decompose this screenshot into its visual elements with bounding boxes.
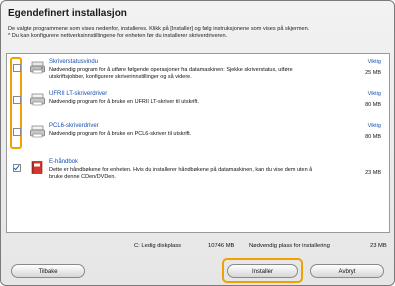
item-importance: Viktig: [367, 59, 381, 65]
custom-install-dialog: Egendefinert installasjon De valgte prog…: [0, 0, 395, 286]
program-list: Skriverstatusvindu Nødvendig program for…: [6, 53, 390, 233]
checkbox-printer-status[interactable]: [13, 64, 21, 72]
checkbox-e-manual[interactable]: [13, 164, 21, 172]
item-size: 80 MB: [365, 102, 381, 108]
required-space-label: Nødvendig plass for installering: [249, 243, 330, 249]
disk-space-label: C: Ledig diskplass: [134, 243, 182, 249]
dialog-instructions: De valgte programmene som vises nedenfor…: [8, 26, 388, 40]
list-item-printer-status: Skriverstatusvindu Nødvendig program for…: [7, 56, 387, 86]
book-icon: [31, 161, 43, 174]
item-importance: Viktig: [367, 91, 381, 97]
back-button[interactable]: Tilbake: [11, 264, 85, 278]
item-name: PCL6-skriverdriver: [49, 123, 99, 129]
item-description: Nødvendig program for å bruke en PCL6-sk…: [49, 131, 192, 137]
printer-icon: [30, 93, 45, 106]
disk-space-value: 10746 MB: [208, 243, 235, 249]
item-name: E-håndbok: [49, 159, 79, 165]
item-size: 80 MB: [365, 134, 381, 140]
list-item-pcl6-driver: PCL6-skriverdriver Nødvendig program for…: [7, 120, 387, 150]
printer-status-icon: [30, 61, 45, 74]
item-name: Skriverstatusvindu: [49, 59, 99, 65]
install-button[interactable]: Installer: [227, 264, 298, 278]
item-size: 25 MB: [365, 70, 381, 76]
checkbox-pcl6-driver[interactable]: [13, 128, 21, 136]
item-name: UFRII LT-skriverdriver: [49, 91, 108, 97]
item-importance: Viktig: [367, 123, 381, 129]
item-description: Dette er håndbøkene for enheten. Hvis du…: [49, 167, 313, 180]
cancel-button[interactable]: Avbryt: [310, 264, 384, 278]
checkbox-ufrii-driver[interactable]: [13, 96, 21, 104]
instructions-line-1: De valgte programmene som vises nedenfor…: [8, 26, 310, 32]
list-item-e-manual: E-håndbok Dette er håndbøkene for enhete…: [7, 156, 387, 186]
instructions-line-2: * Du kan konfigurere nettverksinnstillin…: [8, 33, 228, 39]
required-space-value: 23 MB: [370, 243, 387, 249]
list-item-ufrii-driver: UFRII LT-skriverdriver Nødvendig program…: [7, 88, 387, 118]
item-description: Nødvendig program for å utføre følgende …: [49, 67, 293, 80]
printer-icon: [30, 125, 45, 138]
dialog-title: Egendefinert installasjon: [8, 8, 127, 19]
item-description: Nødvendig program for å bruke en UFRII L…: [49, 99, 199, 105]
item-size: 23 MB: [365, 170, 381, 176]
